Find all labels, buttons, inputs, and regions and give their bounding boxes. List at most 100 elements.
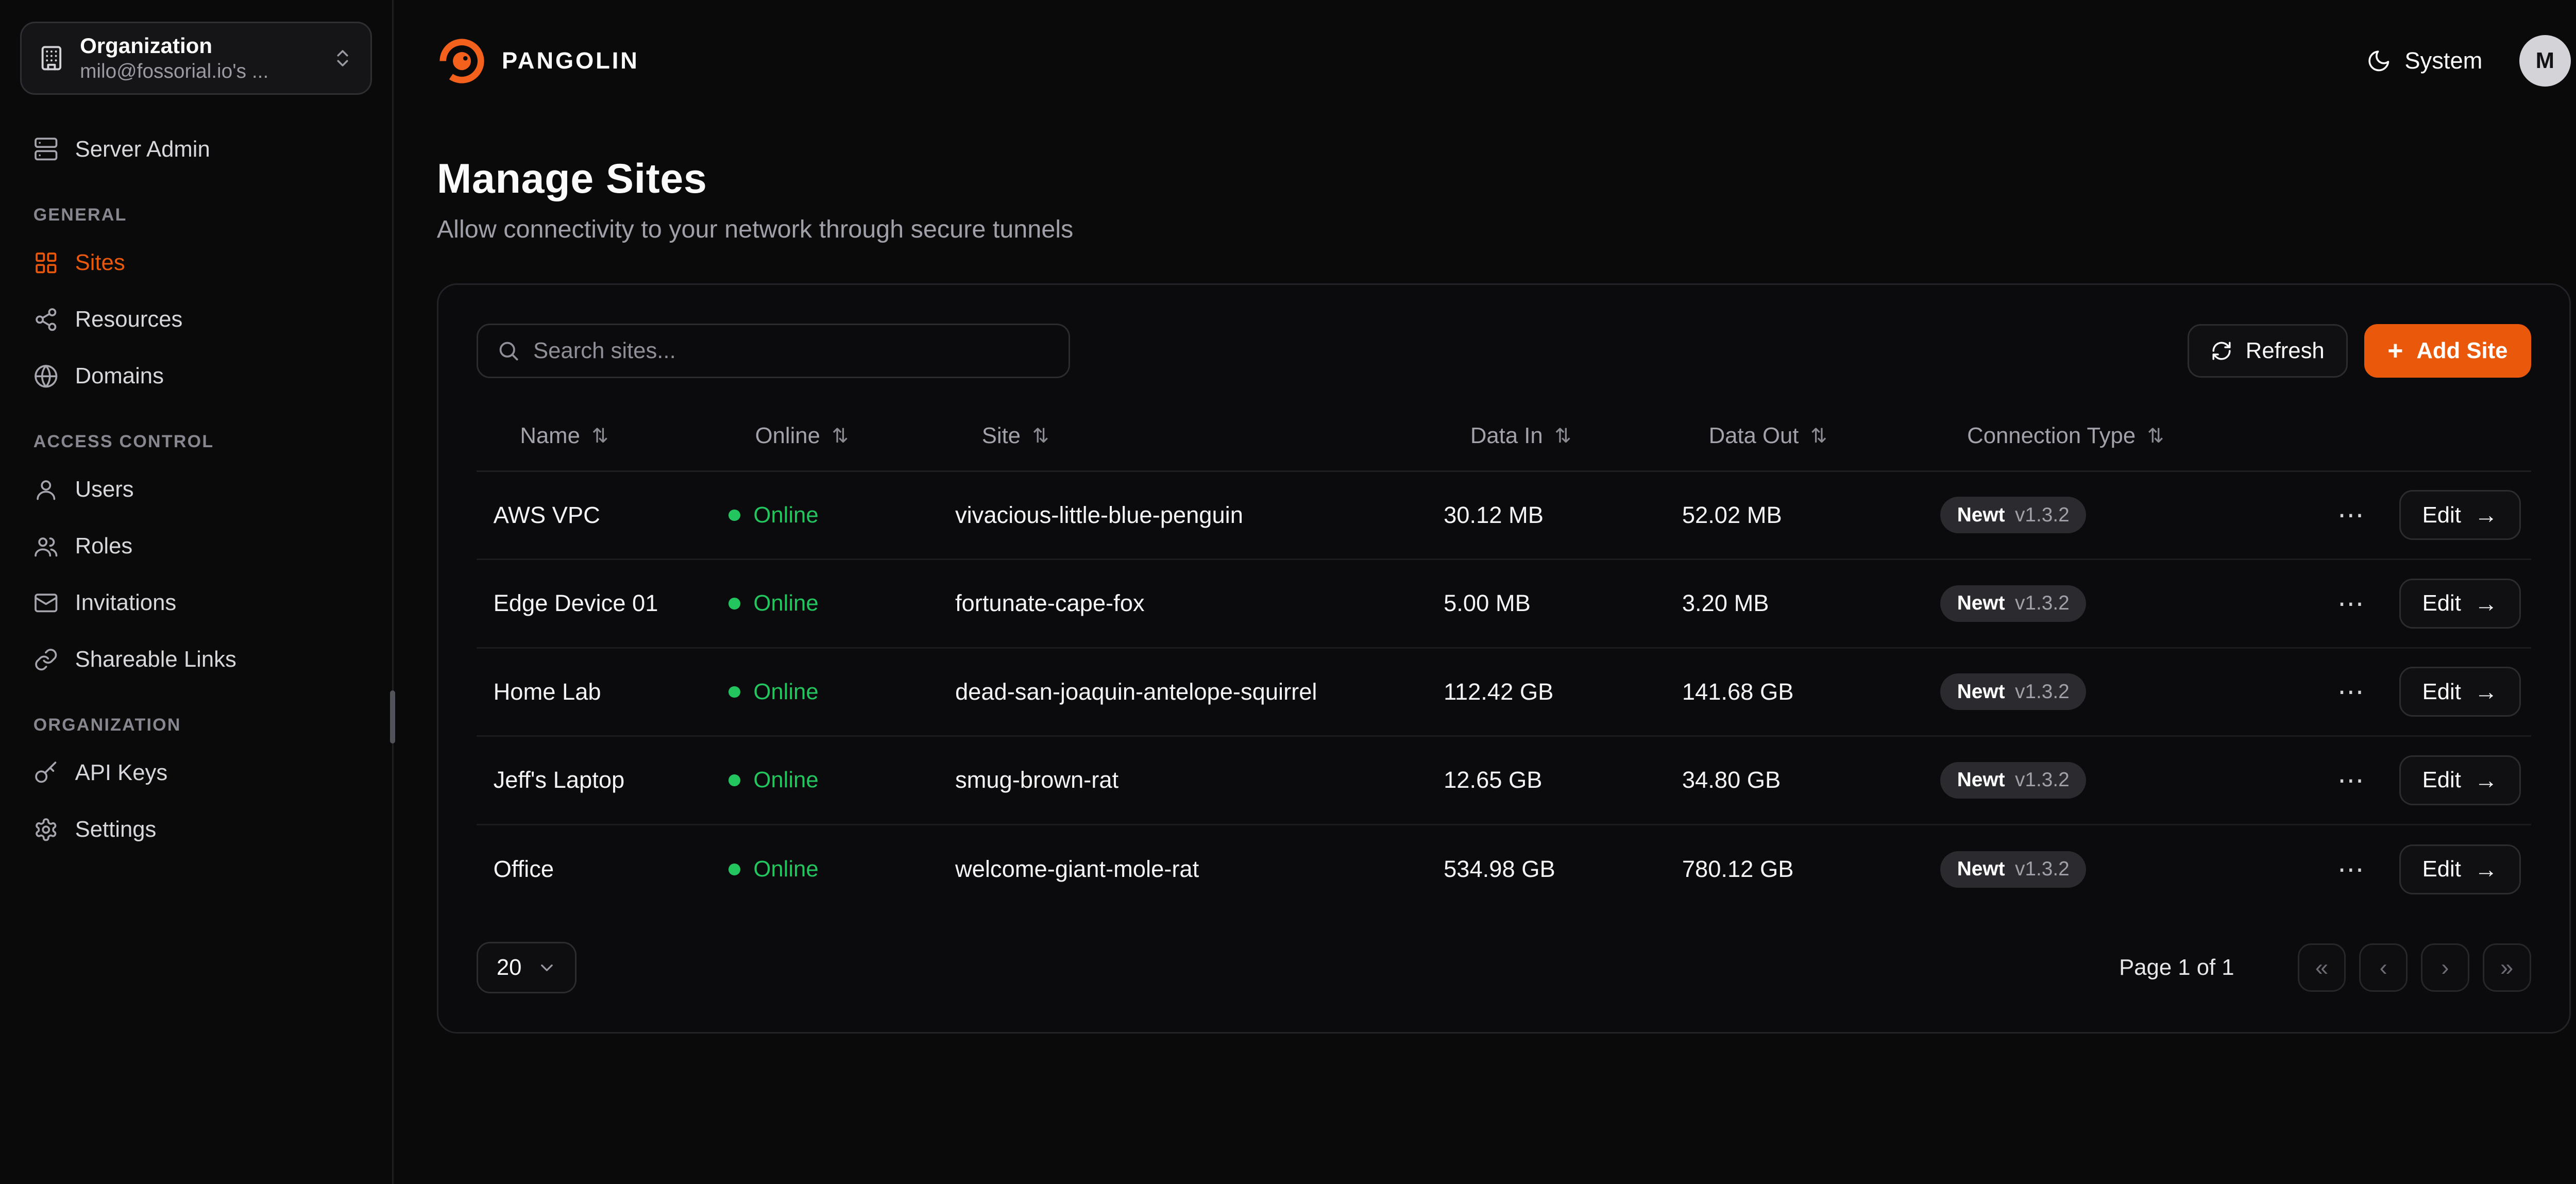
org-switcher[interactable]: Organization milo@fossorial.io's ... [20,22,372,95]
row-menu-button[interactable]: ⋯ [2327,496,2376,534]
sidebar-item-users[interactable]: Users [20,464,372,515]
last-page-button[interactable]: » [2483,943,2531,992]
sidebar-section-organization: ORGANIZATION [33,715,359,735]
online-status-label: Online [753,590,818,616]
pangolin-logo-icon [437,36,487,86]
column-header-name[interactable]: Name ⇅ [477,423,711,449]
sort-icon: ⇅ [1810,425,1827,448]
cell-actions: ⋯ Edit → [2241,667,2531,717]
sidebar-scrollbar-thumb[interactable] [390,690,395,744]
page-size-select[interactable]: 20 [477,942,577,993]
org-subtitle: milo@fossorial.io's ... [80,60,317,83]
refresh-button[interactable]: Refresh [2188,324,2348,378]
cell-online: Online [712,679,939,705]
sidebar-item-resources[interactable]: Resources [20,294,372,345]
sidebar-item-server-admin[interactable]: Server Admin [20,123,372,175]
layout-grid-icon [33,250,59,276]
cell-data-out: 780.12 GB [1665,856,1924,883]
avatar[interactable]: M [2519,35,2571,87]
edit-label: Edit [2422,856,2461,882]
edit-label: Edit [2422,590,2461,616]
client-name: Newt [1957,681,2005,703]
edit-button[interactable]: Edit → [2399,755,2521,805]
table-footer: 20 Page 1 of 1 « ‹ › » [477,942,2531,993]
page-subtitle: Allow connectivity to your network throu… [437,215,2571,244]
connection-type-badge: Newt v1.3.2 [1940,851,2086,888]
topbar: PANGOLIN System M [437,0,2571,122]
sidebar-item-shareable-links[interactable]: Shareable Links [20,634,372,685]
search-input[interactable] [533,338,1050,364]
sidebar-item-settings[interactable]: Settings [20,804,372,855]
chevrons-left-icon: « [2315,954,2328,981]
brand[interactable]: PANGOLIN [437,36,639,86]
cell-connection-type: Newt v1.3.2 [1924,497,2241,533]
moon-icon [2366,48,2392,74]
row-menu-button[interactable]: ⋯ [2327,761,2376,799]
column-header-data-out[interactable]: Data Out ⇅ [1665,423,1924,449]
next-page-button[interactable]: › [2421,943,2469,992]
online-status-label: Online [753,767,818,793]
data-out-value: 34.80 GB [1682,767,1781,793]
first-page-button[interactable]: « [2298,943,2346,992]
cell-data-in: 112.42 GB [1427,679,1666,705]
pagination: Page 1 of 1 « ‹ › » [2119,943,2531,992]
online-status-label: Online [753,856,818,882]
link-icon [33,647,59,672]
edit-button[interactable]: Edit → [2399,579,2521,629]
table-row: AWS VPC Online vivacious-little-blue-pen… [477,472,2531,561]
tunnel-name: dead-san-joaquin-antelope-squirrel [955,679,1317,705]
edit-button[interactable]: Edit → [2399,490,2521,540]
sidebar-item-label: Sites [75,250,125,276]
online-status-dot [728,510,740,521]
data-in-value: 534.98 GB [1444,856,1555,882]
cell-data-out: 141.68 GB [1665,679,1924,705]
sidebar-item-roles[interactable]: Roles [20,520,372,572]
cell-site: welcome-giant-mole-rat [939,856,1427,883]
column-header-online[interactable]: Online ⇅ [712,423,939,449]
edit-label: Edit [2422,502,2461,528]
column-header-connection-type[interactable]: Connection Type ⇅ [1924,423,2241,449]
theme-toggle-button[interactable]: System [2366,47,2482,74]
sidebar-section-general: GENERAL [33,205,359,225]
row-menu-button[interactable]: ⋯ [2327,673,2376,711]
edit-button[interactable]: Edit → [2399,667,2521,717]
sidebar-item-domains[interactable]: Domains [20,350,372,402]
sidebar-item-label: API Keys [75,760,168,786]
client-version: v1.3.2 [2015,769,2070,791]
site-name: Office [494,856,554,882]
row-menu-button[interactable]: ⋯ [2327,850,2376,888]
sidebar-item-sites[interactable]: Sites [20,237,372,289]
add-site-button[interactable]: + Add Site [2364,324,2531,378]
chevrons-right-icon: » [2500,954,2513,981]
previous-page-button[interactable]: ‹ [2359,943,2408,992]
connection-type-badge: Newt v1.3.2 [1940,673,2086,710]
edit-button[interactable]: Edit → [2399,844,2521,894]
sidebar-item-invitations[interactable]: Invitations [20,577,372,629]
cell-data-in: 534.98 GB [1427,856,1666,883]
gear-icon [33,817,59,842]
sidebar-item-label: Settings [75,817,157,842]
data-in-value: 5.00 MB [1444,590,1531,616]
column-header-data-in[interactable]: Data In ⇅ [1427,423,1666,449]
client-name: Newt [1957,769,2005,791]
sidebar-item-api-keys[interactable]: API Keys [20,747,372,799]
sites-table: Name ⇅ Online ⇅ Site ⇅ Data In ⇅ [477,402,2531,914]
theme-label: System [2404,47,2482,74]
data-out-value: 52.02 MB [1682,502,1782,528]
row-menu-button[interactable]: ⋯ [2327,584,2376,622]
arrow-right-icon: → [2475,769,2498,792]
cell-name: Jeff's Laptop [477,767,711,793]
site-name: Home Lab [494,679,601,705]
cell-online: Online [712,856,939,882]
column-header-site[interactable]: Site ⇅ [939,423,1427,449]
sidebar: Organization milo@fossorial.io's ... Ser… [0,0,394,1184]
online-status-dot [728,598,740,610]
cell-data-in: 30.12 MB [1427,502,1666,529]
search-box[interactable] [477,324,1070,379]
table-row: Home Lab Online dead-san-joaquin-antelop… [477,649,2531,737]
cell-connection-type: Newt v1.3.2 [1924,851,2241,888]
column-label: Data Out [1709,423,1799,449]
globe-icon [33,364,59,389]
arrow-right-icon: → [2475,680,2498,703]
sort-icon: ⇅ [1032,425,1049,448]
